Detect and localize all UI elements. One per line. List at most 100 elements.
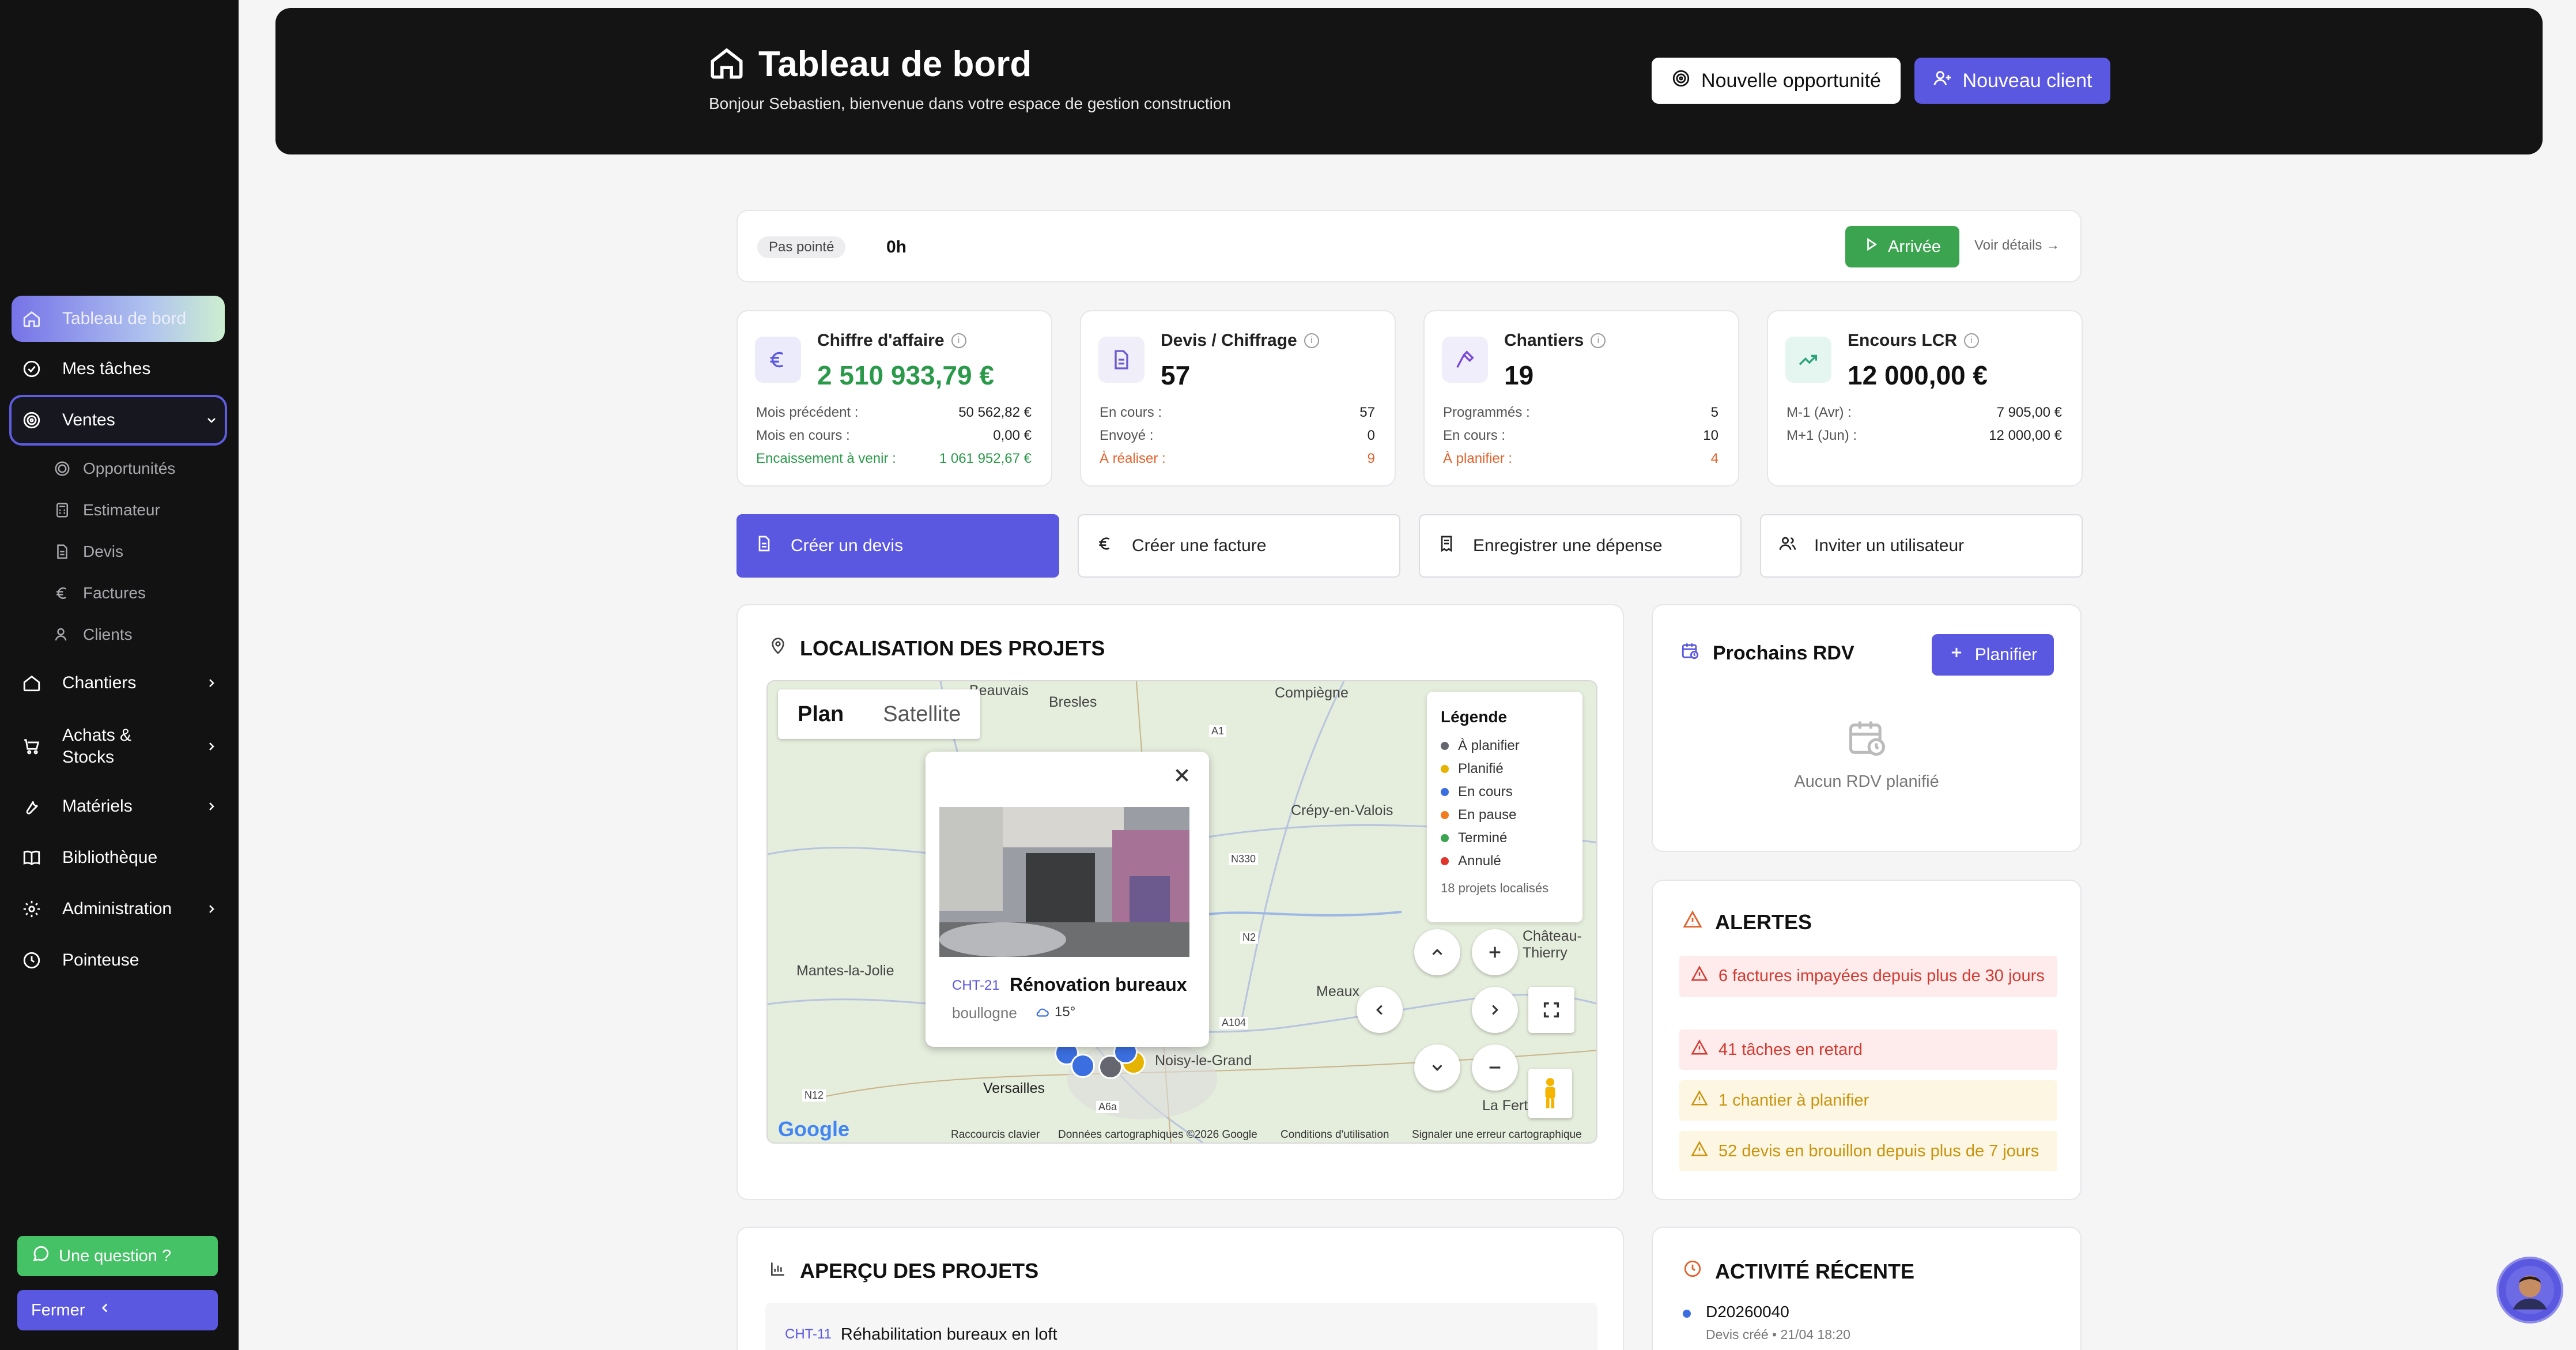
create-quote-button[interactable]: Créer un devis xyxy=(736,514,1059,578)
alert-item[interactable]: 6 factures impayées depuis plus de 30 jo… xyxy=(1679,956,2057,997)
sidebar-subitem-clients[interactable]: Clients xyxy=(52,619,225,651)
chevron-down-icon xyxy=(198,413,225,427)
alert-item[interactable]: 52 devis en brouillon depuis plus de 7 j… xyxy=(1679,1131,2057,1171)
warning-icon xyxy=(1691,965,1708,988)
chevron-down-icon xyxy=(1432,1065,1442,1071)
invite-user-button[interactable]: Inviter un utilisateur xyxy=(1760,514,2083,578)
map-data-credit: Données cartographiques ©2026 Google xyxy=(1058,1129,1257,1141)
stat-value: 12 000,00 € xyxy=(1848,360,1988,390)
weather: 15° xyxy=(1035,1004,1075,1020)
support-chat-avatar[interactable] xyxy=(2496,1257,2563,1323)
chevron-right-icon xyxy=(198,800,225,813)
hammer-icon xyxy=(1442,337,1488,383)
chevron-right-icon xyxy=(198,676,225,690)
alert-item[interactable]: 1 chantier à planifier xyxy=(1679,1080,2057,1121)
stat-title: Devis / Chiffrage xyxy=(1161,331,1297,350)
info-icon[interactable]: i xyxy=(1591,333,1606,348)
stat-rows: M-1 (Avr) : 7 905,00 € M+1 (Jun) : 12 000,… xyxy=(1786,401,2062,447)
help-button[interactable]: Une question ? xyxy=(17,1236,218,1276)
map-marker[interactable] xyxy=(1071,1054,1095,1078)
create-invoice-button[interactable]: Créer une facture xyxy=(1078,514,1400,578)
stat-title-wrap: Chantiers i xyxy=(1504,331,1606,350)
book-icon xyxy=(15,844,48,871)
schedule-button[interactable]: Planifier xyxy=(1932,634,2054,676)
map-zoom-out-button[interactable] xyxy=(1472,1044,1518,1091)
map-pan-right-button[interactable] xyxy=(1472,987,1518,1033)
sidebar-item-label: Mes tâches xyxy=(62,359,151,378)
sidebar-item-ventes[interactable]: Ventes xyxy=(9,395,227,446)
gear-icon xyxy=(15,896,48,922)
sidebar-subitem-opportunities[interactable]: Opportunités xyxy=(52,452,225,485)
road-label: A1 xyxy=(1209,725,1227,737)
section-title: Prochains RDV xyxy=(1680,641,1854,666)
info-icon[interactable]: i xyxy=(1304,333,1319,348)
new-opportunity-button[interactable]: Nouvelle opportunité xyxy=(1652,58,1901,104)
home-icon xyxy=(15,670,48,696)
euro-icon xyxy=(1096,534,1115,557)
sidebar-subitem-invoices[interactable]: Factures xyxy=(52,577,225,609)
sidebar-item-library[interactable]: Bibliothèque xyxy=(12,835,225,881)
wrench-icon xyxy=(15,793,48,820)
chevron-right-icon xyxy=(1492,1005,1498,1015)
record-expense-button[interactable]: Enregistrer une dépense xyxy=(1419,514,1742,578)
legend-label: En cours xyxy=(1458,784,1513,800)
info-icon[interactable]: i xyxy=(951,333,966,348)
home-icon xyxy=(711,48,743,79)
project-name: Rénovation bureaux xyxy=(1010,974,1187,995)
warning-icon xyxy=(1691,1089,1708,1113)
map-terms-link[interactable]: Conditions d'utilisation xyxy=(1281,1129,1389,1141)
popup-close-button[interactable] xyxy=(1171,764,1193,789)
map-shortcuts-link[interactable]: Raccourcis clavier xyxy=(951,1129,1040,1141)
map-pan-down-button[interactable] xyxy=(1414,1044,1460,1091)
map-pan-left-button[interactable] xyxy=(1357,987,1403,1033)
street-view-pegman[interactable] xyxy=(1528,1069,1572,1118)
stat-row: M+1 (Jun) : 12 000,00 € xyxy=(1786,424,2062,447)
arrival-button[interactable]: Arrivée xyxy=(1845,226,1959,267)
map[interactable]: Beauvais Bresles Compiègne Crépy-en-Valo… xyxy=(766,680,1597,1144)
sidebar-item-pointeuse[interactable]: Pointeuse xyxy=(12,937,225,983)
sidebar-item-administration[interactable]: Administration xyxy=(12,886,225,932)
chevron-right-icon xyxy=(198,740,225,753)
map-report-link[interactable]: Signaler une erreur cartographique xyxy=(1412,1129,1582,1141)
project-row[interactable]: CHT-11 Réhabilitation bureaux en loft xyxy=(765,1303,1597,1350)
sidebar-item-tasks[interactable]: Mes tâches xyxy=(12,346,225,392)
stat-row-label: Mois précédent : xyxy=(756,405,859,420)
section-title: ACTIVITÉ RÉCENTE xyxy=(1683,1259,1914,1284)
button-label: Créer un devis xyxy=(791,536,904,555)
subitem-label: Estimateur xyxy=(83,501,160,519)
collapse-sidebar-button[interactable]: Fermer xyxy=(17,1290,218,1330)
sidebar-item-achats[interactable]: Achats & Stocks xyxy=(12,722,225,771)
whatsapp-icon xyxy=(31,1244,51,1268)
tab-plan[interactable]: Plan xyxy=(778,689,863,739)
stat-card-quotes: Devis / Chiffrage i 57 En cours : 57 Envoy… xyxy=(1080,310,1396,487)
sidebar-item-chantiers[interactable]: Chantiers xyxy=(12,660,225,706)
tab-satellite[interactable]: Satellite xyxy=(863,689,980,739)
chevron-up-icon xyxy=(1432,949,1442,955)
alert-text: 1 chantier à planifier xyxy=(1718,1091,1869,1110)
sidebar-item-materiels[interactable]: Matériels xyxy=(12,783,225,829)
info-icon[interactable]: i xyxy=(1964,333,1980,348)
legend-item: Planifié xyxy=(1441,757,1569,780)
new-client-button[interactable]: Nouveau client xyxy=(1914,58,2110,104)
map-zoom-in-button[interactable] xyxy=(1472,929,1518,975)
users-icon xyxy=(1778,534,1797,557)
chevron-right-icon xyxy=(198,902,225,916)
alert-item[interactable]: 41 tâches en retard xyxy=(1679,1030,2057,1070)
stat-row-label: M+1 (Jun) : xyxy=(1786,428,1857,443)
sidebar-item-label: Ventes xyxy=(62,410,115,429)
stat-row: En cours : 57 xyxy=(1100,401,1375,424)
view-details-link[interactable]: Voir détails → xyxy=(1974,237,2060,254)
sidebar-subitem-quotes[interactable]: Devis xyxy=(52,536,225,568)
sidebar-item-dashboard[interactable]: Tableau de bord xyxy=(12,296,225,342)
sidebar-subitem-estimator[interactable]: Estimateur xyxy=(52,494,225,526)
map-pan-up-button[interactable] xyxy=(1414,929,1460,975)
project-name: Réhabilitation bureaux en loft xyxy=(840,1325,1057,1344)
chevron-left-icon xyxy=(97,1300,112,1320)
temperature: 15° xyxy=(1055,1004,1076,1020)
warning-icon xyxy=(1683,910,1702,934)
section-title-text: APERÇU DES PROJETS xyxy=(800,1259,1039,1283)
map-fullscreen-button[interactable] xyxy=(1528,987,1574,1033)
map-place: Bresles xyxy=(1049,694,1097,710)
project-code: CHT-21 xyxy=(952,978,1000,993)
stat-row-value: 4 xyxy=(1710,451,1718,466)
